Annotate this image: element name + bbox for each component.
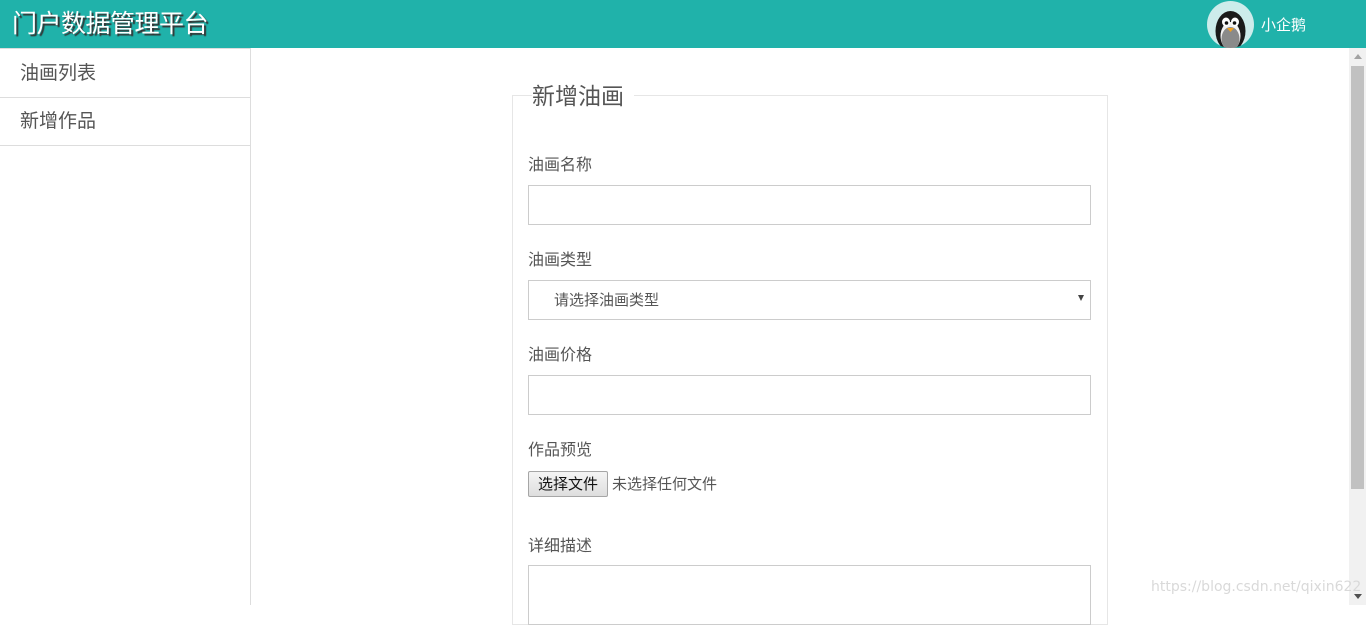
description-label: 详细描述 (528, 536, 593, 555)
scroll-up-arrow-icon[interactable] (1354, 54, 1362, 59)
description-textarea[interactable] (528, 565, 1091, 625)
sidebar-divider (0, 145, 250, 146)
painting-name-label: 油画名称 (528, 155, 593, 174)
sidebar-item-add-work[interactable]: 新增作品 (0, 97, 250, 145)
preview-label: 作品预览 (528, 440, 593, 459)
sidebar-item-painting-list[interactable]: 油画列表 (0, 48, 250, 97)
painting-type-label: 油画类型 (528, 250, 593, 269)
sidebar-nav: 油画列表 新增作品 (0, 48, 251, 605)
painting-price-input[interactable] (528, 375, 1091, 415)
painting-price-label: 油画价格 (528, 345, 593, 364)
penguin-avatar-icon[interactable] (1207, 1, 1254, 48)
file-status-text: 未选择任何文件 (612, 475, 718, 493)
scrollbar-thumb[interactable] (1351, 66, 1364, 489)
choose-file-button[interactable]: 选择文件 (528, 471, 608, 497)
painting-type-select[interactable]: 请选择油画类型 (528, 280, 1091, 320)
top-header-bar: 门户数据管理平台 小企鹅 (0, 0, 1366, 48)
chevron-down-icon (1078, 295, 1084, 301)
painting-name-input[interactable] (528, 185, 1091, 225)
form-title: 新增油画 (532, 82, 634, 112)
username-label[interactable]: 小企鹅 (1261, 15, 1306, 35)
add-painting-form (512, 95, 1108, 625)
painting-type-selected-value: 请选择油画类型 (554, 291, 660, 309)
watermark-text: https://blog.csdn.net/qixin622 (1151, 579, 1362, 595)
app-title: 门户数据管理平台 (12, 9, 209, 38)
